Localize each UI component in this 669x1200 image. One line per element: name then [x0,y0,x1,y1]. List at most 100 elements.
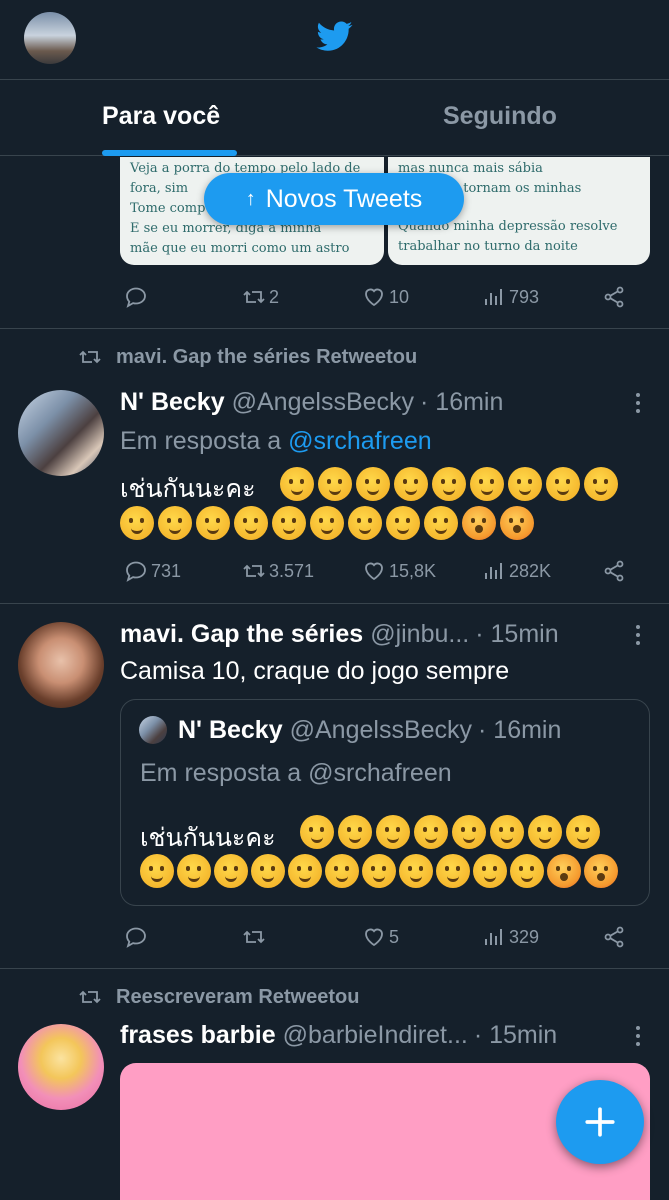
author-handle[interactable]: @AngelssBecky [232,388,414,417]
tweet-time[interactable]: · 15min [474,1021,557,1050]
author-name[interactable]: mavi. Gap the séries [120,620,363,649]
views-count: 793 [509,286,540,307]
tweet-divider [0,968,669,969]
like-button[interactable]: 10 [362,282,409,312]
tab-seguindo[interactable]: Seguindo [443,102,557,131]
melting-face-emoji [510,854,544,888]
new-tweets-label: Novos Tweets [265,184,423,213]
share-button[interactable] [602,556,626,586]
top-app-bar [0,0,669,80]
melting-face-emoji [251,854,285,888]
quoted-reply-context: Em resposta a @srchafreen [140,759,452,787]
melting-face-emoji [386,506,420,540]
retweet-button[interactable]: 2 [242,282,279,312]
melting-face-emoji [473,854,507,888]
share-button[interactable] [602,922,626,952]
views-icon [485,929,502,945]
plus-icon [585,1107,615,1137]
author-avatar[interactable] [18,1024,104,1110]
melting-face-emoji [280,467,314,501]
tab-para-voce[interactable]: Para você [102,102,220,131]
share-button[interactable] [602,282,626,312]
like-button[interactable]: 5 [362,922,399,952]
views-count: 282K [509,560,552,581]
more-options-icon[interactable] [628,620,648,650]
views-button[interactable]: 329 [482,922,539,952]
share-icon [604,926,624,948]
author-name[interactable]: N' Becky [120,388,225,417]
melting-face-emoji [470,467,504,501]
melting-face-emoji [348,506,382,540]
retweet-icon [243,564,265,578]
compose-tweet-button[interactable] [556,1080,644,1164]
reply-button[interactable] [124,922,151,952]
melting-face-emoji [158,506,192,540]
like-count: 5 [389,926,400,947]
views-icon [485,289,502,305]
melting-face-emoji [140,854,174,888]
tweet-text: Camisa 10, craque do jogo sempre [120,657,510,685]
profile-avatar[interactable] [24,12,76,64]
tweet-divider [0,328,669,329]
author-avatar[interactable] [18,390,104,476]
retweet-icon [79,350,101,364]
retweet-button[interactable] [242,922,269,952]
tweet-header: N' Becky @AngelssBecky · 16min [120,386,503,418]
arrow-up-icon: ↑ [245,187,256,210]
quoted-tweet-text: เช่นกันนะคะ [140,824,276,852]
melting-face-emoji [584,467,618,501]
melting-face-emoji [318,467,352,501]
reply-button[interactable] [124,282,151,312]
emoji-row [140,854,618,888]
melting-face-emoji [338,815,372,849]
melting-face-emoji [325,854,359,888]
share-icon [604,286,624,308]
melting-face-emoji [414,815,448,849]
melting-face-emoji [272,506,306,540]
melting-face-emoji [288,854,322,888]
melting-face-emoji [566,815,600,849]
retweet-button[interactable]: 3.571 [242,556,314,586]
media-caption-line: fora, sim [130,181,189,196]
author-avatar[interactable] [18,622,104,708]
heart-icon [365,928,383,947]
reply-mention-link[interactable]: @srchafreen [288,427,432,455]
more-options-icon[interactable] [628,1021,648,1051]
melting-face-emoji [214,854,248,888]
twitter-bird-icon[interactable] [315,18,355,54]
like-button[interactable]: 15,8K [362,556,436,586]
author-handle[interactable]: @barbieIndiret... [283,1021,468,1050]
media-caption-line: trabalhar no turno da noite [398,239,578,254]
tweet-time[interactable]: · 15min [475,620,558,649]
more-options-icon[interactable] [628,388,648,418]
melting-face-emoji [452,815,486,849]
melting-face-emoji [196,506,230,540]
new-tweets-button[interactable]: ↑ Novos Tweets [204,173,464,225]
melting-face-emoji [528,815,562,849]
melting-face-emoji [436,854,470,888]
media-caption-line: mãe que eu morri como um astro [130,241,350,256]
melting-face-emoji [399,854,433,888]
melting-face-emoji [376,815,410,849]
reply-prefix: Em resposta a [120,427,282,455]
retweet-count: 2 [269,286,280,307]
tweet-text: เช่นกันนะคะ [120,475,256,503]
melting-face-emoji [310,506,344,540]
quoted-tweet[interactable]: N' Becky @AngelssBecky · 16min Em respos… [120,699,650,906]
views-button[interactable]: 282K [482,556,551,586]
quoted-author-name: N' Becky [178,715,283,744]
retweeted-by-label: mavi. Gap the séries Retweetou [116,345,418,368]
views-button[interactable]: 793 [482,282,539,312]
retweet-context[interactable]: mavi. Gap the séries Retweetou [78,344,417,370]
author-name[interactable]: frases barbie [120,1021,276,1050]
author-handle[interactable]: @jinbu... [370,620,469,649]
emoji-row [280,467,618,501]
views-icon [485,563,502,579]
reply-button[interactable]: 731 [124,556,181,586]
melting-face-emoji [234,506,268,540]
retweet-context[interactable]: Reescreveram Retweetou [78,984,359,1010]
tweet-time[interactable]: · 16min [420,388,503,417]
reply-icon [126,287,146,308]
tweet-divider [0,603,669,604]
melting-face-emoji [356,467,390,501]
